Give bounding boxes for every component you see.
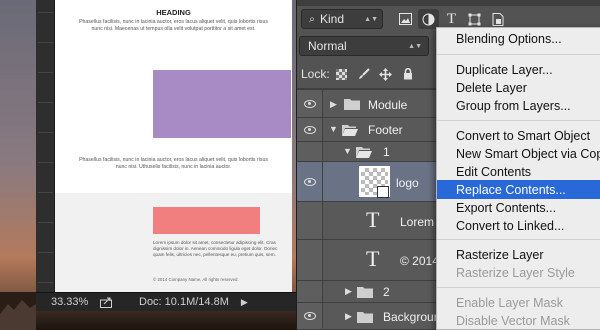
menu-separator <box>437 54 600 55</box>
blend-mode-value: Normal <box>308 39 347 53</box>
filter-kind-value: Kind <box>320 12 345 26</box>
folder-icon <box>357 312 373 323</box>
eye-icon <box>303 99 316 108</box>
canvas-bottom-strip <box>36 311 296 330</box>
menu-item-export-contents[interactable]: Export Contents... <box>437 198 600 217</box>
doc-footer-text: Lorem ipsum dolor sit amet, consectetur … <box>153 240 278 257</box>
layer-filter-kind-dropdown[interactable]: ⌕ Kind ▲▼ <box>301 9 383 29</box>
eye-icon <box>303 312 316 320</box>
zoom-level[interactable]: 33.33% <box>51 296 97 308</box>
lock-transparency-icon[interactable] <box>332 65 352 83</box>
menu-item-convert-to-smart-object[interactable]: Convert to Smart Object <box>437 126 600 145</box>
share-icon[interactable] <box>97 296 115 308</box>
chevron-updown-icon: ▲▼ <box>364 15 378 23</box>
layer-name: 2 <box>383 285 390 299</box>
visibility-toggle[interactable] <box>297 202 323 239</box>
status-bar: 33.33% Doc: 10.1M/14.8M ▶ <box>36 292 296 311</box>
doc-heading: HEADING <box>156 8 191 17</box>
adjustment-layer-filter-icon[interactable] <box>418 9 439 29</box>
type-layer-filter-icon[interactable]: T <box>441 9 462 29</box>
visibility-toggle[interactable] <box>297 162 323 201</box>
visibility-toggle[interactable] <box>297 142 323 161</box>
text-layer-icon: T <box>366 246 380 271</box>
shape-layer-filter-icon[interactable] <box>464 9 485 29</box>
panel-top-strip <box>297 0 600 6</box>
triangle-right-icon[interactable]: ▶ <box>241 297 248 308</box>
layer-name: logo <box>396 176 419 190</box>
visibility-toggle[interactable] <box>297 240 323 280</box>
menu-separator <box>437 120 600 121</box>
lock-label: Lock: <box>301 67 330 81</box>
layer-name: © 2014 <box>400 254 439 268</box>
doc-intro-text: Phasellus facilisis, nunc in lacinia auc… <box>79 19 268 32</box>
folder-icon <box>357 287 373 298</box>
menu-item-blending-options[interactable]: Blending Options... <box>437 29 600 48</box>
menu-item-replace-contents[interactable]: Replace Contents... <box>437 180 600 199</box>
layer-name: Footer <box>368 123 403 137</box>
menu-item-enable-layer-mask: Enable Layer Mask <box>456 295 564 310</box>
lock-all-padlock-icon[interactable] <box>398 65 418 83</box>
folder-icon <box>344 99 360 110</box>
menu-item-group-from-layers[interactable]: Group from Layers... <box>437 96 600 115</box>
text-layer-icon: T <box>366 207 380 232</box>
canvas-area[interactable]: HEADING Phasellus facilisis, nunc in lac… <box>0 0 296 330</box>
doc-size-info[interactable]: Doc: 10.1M/14.8M <box>139 296 229 308</box>
menu-separator <box>437 287 600 288</box>
triangle-right-icon[interactable]: ▶ <box>330 99 337 110</box>
menu-item-rasterize-layer[interactable]: Rasterize Layer <box>437 245 600 264</box>
folder-open-icon <box>356 147 372 158</box>
menu-item-rasterize-layer-style: Rasterize Layer Style <box>456 265 575 280</box>
smart-object-badge-icon <box>377 186 389 198</box>
triangle-down-icon[interactable]: ▼ <box>329 124 338 134</box>
layer-name: 1 <box>383 145 390 159</box>
chevron-updown-icon: ▲▼ <box>408 42 422 50</box>
vertical-ruler <box>36 0 55 292</box>
menu-item-edit-contents[interactable]: Edit Contents <box>437 162 600 181</box>
lock-pixels-brush-icon[interactable] <box>354 65 374 83</box>
layer-context-menu: Blending Options... Duplicate Layer... D… <box>436 27 600 330</box>
doc-mid-text: Phasellus facilisis, nunc in lacinia auc… <box>79 157 268 170</box>
menu-item-new-smart-object-via-copy[interactable]: New Smart Object via Copy <box>437 144 600 163</box>
visibility-toggle[interactable] <box>297 118 323 141</box>
layer-name: Module <box>368 98 408 112</box>
visibility-toggle[interactable] <box>297 281 323 302</box>
menu-item-convert-to-linked[interactable]: Convert to Linked... <box>437 216 600 235</box>
triangle-right-icon[interactable]: ▶ <box>345 286 352 297</box>
document-canvas[interactable]: HEADING Phasellus facilisis, nunc in lac… <box>55 0 292 292</box>
doc-purple-block <box>153 70 291 138</box>
folder-open-icon <box>342 125 358 136</box>
search-icon: ⌕ <box>309 13 315 25</box>
triangle-down-icon[interactable]: ▼ <box>343 146 352 156</box>
menu-separator <box>437 239 600 240</box>
doc-copyright: © 2014 Company Name. All rights reserved… <box>153 277 239 282</box>
menu-item-duplicate-layer[interactable]: Duplicate Layer... <box>437 60 600 79</box>
pixel-layer-filter-icon[interactable] <box>395 9 416 29</box>
doc-pink-block <box>153 207 260 234</box>
triangle-right-icon[interactable]: ▶ <box>345 311 352 322</box>
eye-icon <box>303 177 316 186</box>
lock-position-move-icon[interactable] <box>376 65 396 83</box>
blend-mode-dropdown[interactable]: Normal ▲▼ <box>299 36 429 56</box>
menu-item-disable-vector-mask: Disable Vector Mask <box>456 313 570 328</box>
menu-item-delete-layer[interactable]: Delete Layer <box>437 78 600 97</box>
visibility-toggle[interactable] <box>297 303 323 329</box>
smart-object-filter-icon[interactable] <box>487 9 508 29</box>
visibility-toggle[interactable] <box>297 90 323 117</box>
eye-icon <box>303 125 316 134</box>
background-mountains <box>0 292 36 330</box>
